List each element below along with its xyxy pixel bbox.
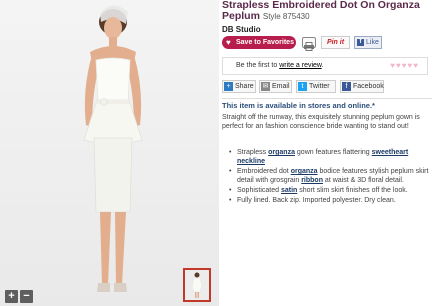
facebook-share-button[interactable]: f Facebook — [340, 80, 384, 93]
product-title: Strapless Embroidered Dot On Organza Pep… — [222, 0, 432, 22]
style-number: Style 875430 — [262, 12, 310, 21]
list-item: Embroidered dot organza bodice features … — [229, 167, 431, 185]
envelope-icon: ✉ — [261, 82, 270, 91]
twitter-icon: t — [298, 82, 307, 91]
feature-text: at waist & 3D floral detail. — [322, 177, 404, 184]
feature-text: Sophisticated — [237, 187, 281, 194]
list-item: Sophisticated satin short slim skirt fin… — [229, 186, 431, 195]
product-image-panel: + − — [0, 0, 219, 306]
heart-icon: ♥ — [226, 38, 231, 47]
feature-text: Fully lined. Back zip. Imported polyeste… — [237, 197, 396, 204]
zoom-out-button[interactable]: − — [20, 290, 33, 303]
share-label: Share — [235, 83, 254, 90]
email-label: Email — [272, 83, 290, 90]
list-item: Fully lined. Back zip. Imported polyeste… — [229, 196, 431, 205]
facebook-like-button[interactable]: f Like — [354, 36, 382, 49]
list-item: Strapless organza gown features flatteri… — [229, 148, 431, 166]
feature-text: short slim skirt finishes off the look. — [297, 187, 408, 194]
share-bar: + Share ✉ Email t Twitter f Facebook — [222, 80, 432, 94]
divider — [222, 98, 432, 99]
share-button[interactable]: + Share — [222, 80, 256, 93]
feature-text: Strapless — [237, 149, 269, 156]
facebook-icon: f — [342, 82, 351, 91]
feature-list: Strapless organza gown features flatteri… — [229, 148, 431, 206]
twitter-label: Twitter — [309, 83, 330, 90]
ribbon-link[interactable]: ribbon — [301, 177, 323, 184]
print-button[interactable] — [302, 37, 316, 51]
thumbnail-image — [185, 270, 209, 300]
feature-text: Embroidered dot — [237, 168, 291, 175]
rating-hearts-icon: ♥♥♥♥♥ — [390, 61, 419, 70]
product-description: Straight off the runway, this exquisitel… — [222, 114, 420, 130]
action-bar: ♥ Save to Favorites Pin it f Like — [222, 36, 432, 51]
like-label: Like — [366, 39, 379, 46]
product-thumbnail[interactable] — [183, 268, 211, 302]
email-button[interactable]: ✉ Email — [259, 80, 292, 93]
organza-link[interactable]: organza — [268, 149, 295, 156]
save-to-favorites-button[interactable]: ♥ Save to Favorites — [222, 36, 296, 49]
review-prefix: Be the first to — [236, 62, 280, 69]
product-details: Strapless Embroidered Dot On Organza Pep… — [222, 0, 432, 205]
organza-link[interactable]: organza — [291, 168, 318, 175]
brand-name: DB Studio — [222, 25, 261, 34]
product-name: Strapless Embroidered Dot On Organza Pep… — [222, 0, 420, 22]
product-photo[interactable] — [0, 0, 219, 306]
review-suffix: . — [321, 62, 324, 69]
share-icon: + — [224, 82, 233, 91]
save-to-favorites-label: Save to Favorites — [236, 39, 294, 46]
feature-text: gown features flattering — [294, 149, 372, 156]
facebook-label: Facebook — [353, 83, 384, 90]
review-prompt: Be the first to write a review. ♥♥♥♥♥ — [222, 57, 428, 75]
availability-notice: This item is available in stores and onl… — [222, 101, 375, 110]
facebook-icon: f — [357, 39, 364, 46]
write-review-link[interactable]: write a review — [279, 62, 321, 69]
pin-it-button[interactable]: Pin it — [321, 36, 350, 49]
twitter-button[interactable]: t Twitter — [296, 80, 336, 93]
zoom-in-button[interactable]: + — [5, 290, 18, 303]
satin-link[interactable]: satin — [281, 187, 297, 194]
print-icon — [304, 42, 314, 51]
